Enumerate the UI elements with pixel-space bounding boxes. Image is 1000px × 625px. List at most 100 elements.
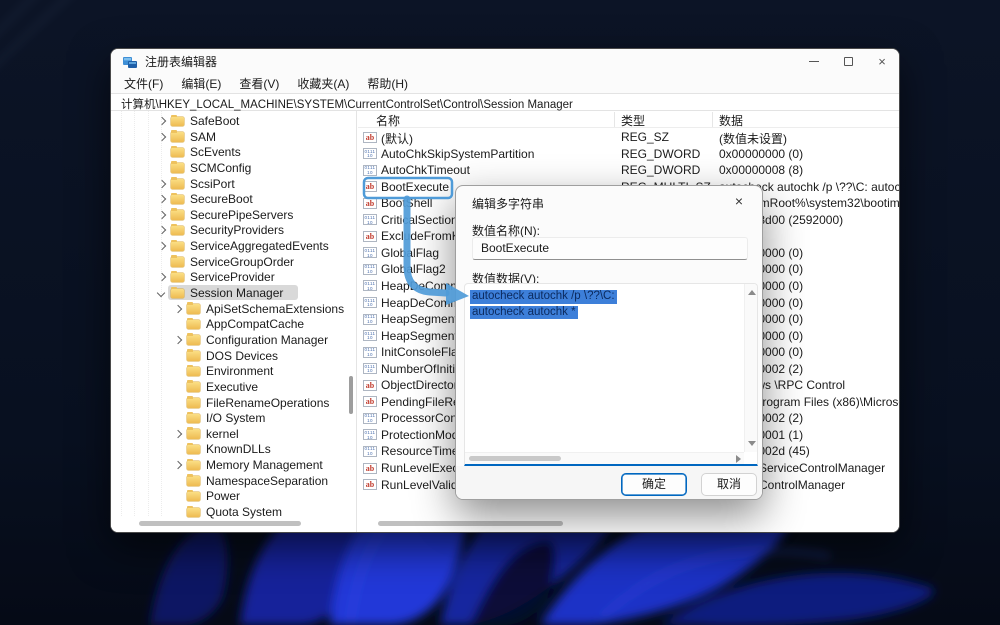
chevron-right-icon[interactable] (173, 335, 183, 345)
folder-icon (171, 242, 184, 252)
folder-icon (171, 195, 184, 205)
folder-icon (171, 273, 184, 283)
tree-item-serviceaggregatedevents[interactable]: ServiceAggregatedEvents (111, 238, 356, 254)
tree-item-power[interactable]: Power (111, 488, 356, 504)
folder-icon (187, 367, 200, 377)
chevron-down-icon[interactable] (157, 288, 167, 298)
chevron-right-icon[interactable] (157, 210, 167, 220)
tree-item-label: Configuration Manager (206, 333, 328, 347)
tree-item-dos-devices[interactable]: DOS Devices (111, 348, 356, 364)
tree-item-apisetschemaextensions[interactable]: ApiSetSchemaExtensions (111, 301, 356, 317)
value-name: (默认) (381, 130, 413, 146)
tree-item-environment[interactable]: Environment (111, 363, 356, 379)
string-value-icon: ab (363, 132, 377, 143)
registry-value-row-autochktimeout[interactable]: 011110AutoChkTimeoutREG_DWORD0x00000008 … (358, 162, 899, 179)
chevron-right-icon[interactable] (157, 272, 167, 282)
registry-tree-pane: SafeBootSAMScEventsSCMConfigScsiPortSecu… (111, 111, 356, 532)
tree-item-label: ApiSetSchemaExtensions (206, 302, 344, 316)
minimize-icon (809, 61, 819, 62)
tree-item-securityproviders[interactable]: SecurityProviders (111, 222, 356, 238)
column-header-[interactable]: 类型 (621, 112, 645, 129)
tree-item-filerenameoperations[interactable]: FileRenameOperations (111, 395, 356, 411)
folder-icon (171, 257, 184, 267)
tree-item-executive[interactable]: Executive (111, 379, 356, 395)
menu-item-v[interactable]: 查看(V) (230, 73, 288, 94)
cancel-button[interactable]: 取消 (701, 473, 757, 496)
tree-item-memory-management[interactable]: Memory Management (111, 457, 356, 473)
column-header-[interactable]: 名称 (376, 112, 400, 129)
tree-item-kernel[interactable]: kernel (111, 426, 356, 442)
tree-item-namespaceseparation[interactable]: NamespaceSeparation (111, 473, 356, 489)
tree-item-secureboot[interactable]: SecureBoot (111, 191, 356, 207)
folder-icon (171, 132, 184, 142)
tree-item-label: NamespaceSeparation (206, 474, 328, 488)
folder-icon (187, 461, 200, 471)
scroll-right-icon[interactable] (736, 455, 741, 463)
tree-item-knowndlls[interactable]: KnownDLLs (111, 441, 356, 457)
tree-item-scevents[interactable]: ScEvents (111, 144, 356, 160)
chevron-right-icon[interactable] (157, 194, 167, 204)
value-name-field[interactable]: BootExecute (472, 237, 748, 260)
tree-item-label: DOS Devices (206, 349, 278, 363)
tree-item-label: SCMConfig (190, 161, 251, 175)
close-button[interactable]: × (865, 49, 899, 73)
dword-value-icon: 011110 (363, 165, 377, 176)
chevron-right-icon[interactable] (173, 304, 183, 314)
string-value-icon: ab (363, 463, 377, 474)
tree-item-securepipeservers[interactable]: SecurePipeServers (111, 207, 356, 223)
scroll-up-icon[interactable] (748, 290, 756, 295)
pane-splitter[interactable] (356, 111, 357, 532)
menu-item-h[interactable]: 帮助(H) (358, 73, 417, 94)
chevron-right-icon[interactable] (157, 225, 167, 235)
chevron-right-icon[interactable] (157, 179, 167, 189)
folder-icon (187, 382, 200, 392)
registry-value-row-autochkskipsystempartition[interactable]: 011110AutoChkSkipSystemPartitionREG_DWOR… (358, 146, 899, 163)
menu-item-e[interactable]: 编辑(E) (172, 73, 230, 94)
chevron-right-icon[interactable] (157, 241, 167, 251)
tree-item-session-manager[interactable]: Session Manager (111, 285, 356, 301)
list-horizontal-scrollbar[interactable] (378, 521, 563, 526)
value-type: REG_SZ (621, 130, 669, 144)
tree-horizontal-scrollbar[interactable] (139, 521, 301, 526)
tree-item-appcompatcache[interactable]: AppCompatCache (111, 316, 356, 332)
tree-item-label: ServiceAggregatedEvents (190, 239, 329, 253)
textarea-horizontal-scrollbar[interactable] (465, 452, 744, 464)
folder-icon (187, 304, 200, 314)
tree-item-configuration-manager[interactable]: Configuration Manager (111, 332, 356, 348)
chevron-right-icon[interactable] (157, 116, 167, 126)
regedit-app-icon (123, 54, 137, 68)
tree-item-safeboot[interactable]: SafeBoot (111, 113, 356, 129)
address-bar[interactable]: 计算机\HKEY_LOCAL_MACHINE\SYSTEM\CurrentCon… (111, 93, 899, 111)
column-separator[interactable] (614, 112, 615, 127)
tree-item-scsiport[interactable]: ScsiPort (111, 176, 356, 192)
title-bar[interactable]: 注册表编辑器 × (111, 49, 899, 73)
tree-item-scmconfig[interactable]: SCMConfig (111, 160, 356, 176)
chevron-right-icon[interactable] (173, 460, 183, 470)
folder-icon (187, 398, 200, 408)
tree-item-serviceprovider[interactable]: ServiceProvider (111, 269, 356, 285)
registry-value-row-[interactable]: ab(默认)REG_SZ(数值未设置) (358, 129, 899, 146)
value-data-textarea[interactable]: autocheck autochk /p \??\C:autocheck aut… (464, 283, 758, 466)
minimize-button[interactable] (797, 49, 831, 73)
menu-item-a[interactable]: 收藏夹(A) (288, 73, 358, 94)
column-separator[interactable] (712, 112, 713, 127)
scroll-down-icon[interactable] (748, 441, 756, 446)
tree-item-sam[interactable]: SAM (111, 129, 356, 145)
maximize-button[interactable] (831, 49, 865, 73)
desktop: 注册表编辑器 × 文件(F)编辑(E)查看(V)收藏夹(A)帮助(H) 计算机\… (0, 0, 1000, 625)
textarea-vertical-scrollbar[interactable] (744, 284, 757, 452)
chevron-right-icon[interactable] (173, 429, 183, 439)
chevron-right-icon[interactable] (157, 132, 167, 142)
dialog-close-button[interactable]: × (726, 190, 752, 212)
menu-item-f[interactable]: 文件(F) (115, 73, 172, 94)
scrollbar-thumb[interactable] (469, 456, 561, 461)
string-value-icon: ab (363, 479, 377, 490)
tree-item-servicegrouporder[interactable]: ServiceGroupOrder (111, 254, 356, 270)
dword-value-icon: 011110 (363, 314, 377, 325)
tree-item-label: Memory Management (206, 458, 323, 472)
tree-item-i-o-system[interactable]: I/O System (111, 410, 356, 426)
column-header-[interactable]: 数据 (719, 112, 743, 129)
tree-item-quota-system[interactable]: Quota System (111, 504, 356, 520)
close-icon: × (878, 55, 886, 68)
ok-button[interactable]: 确定 (621, 473, 687, 496)
